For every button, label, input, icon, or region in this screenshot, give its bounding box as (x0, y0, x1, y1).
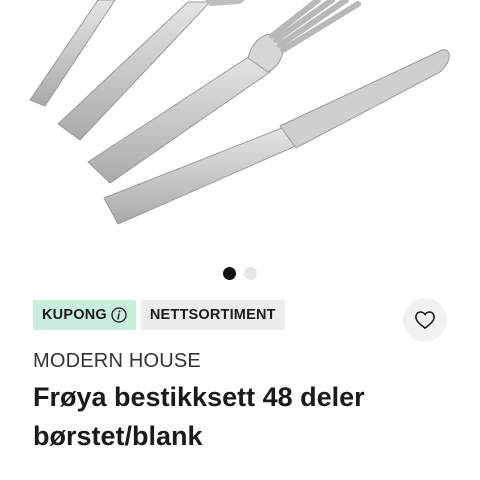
product-title: Frøya bestikksett 48 deler børstet/blank (33, 382, 365, 451)
heart-icon (415, 311, 435, 329)
carousel-dot-2[interactable] (244, 267, 257, 280)
brand-name[interactable]: MODERN HOUSE (33, 350, 201, 373)
image-carousel-dots (0, 267, 480, 283)
product-image[interactable] (0, 0, 480, 255)
favorite-button[interactable] (403, 298, 447, 342)
coupon-badge[interactable]: KUPONG (33, 300, 136, 330)
cutlery-image (29, 0, 450, 225)
info-icon[interactable] (111, 307, 127, 323)
online-assortment-label: NETTSORTIMENT (149, 307, 276, 323)
product-badges: KUPONG NETTSORTIMENT (33, 300, 285, 330)
coupon-badge-label: KUPONG (42, 307, 107, 323)
carousel-dot-1[interactable] (223, 267, 236, 280)
online-assortment-badge: NETTSORTIMENT (140, 300, 285, 330)
